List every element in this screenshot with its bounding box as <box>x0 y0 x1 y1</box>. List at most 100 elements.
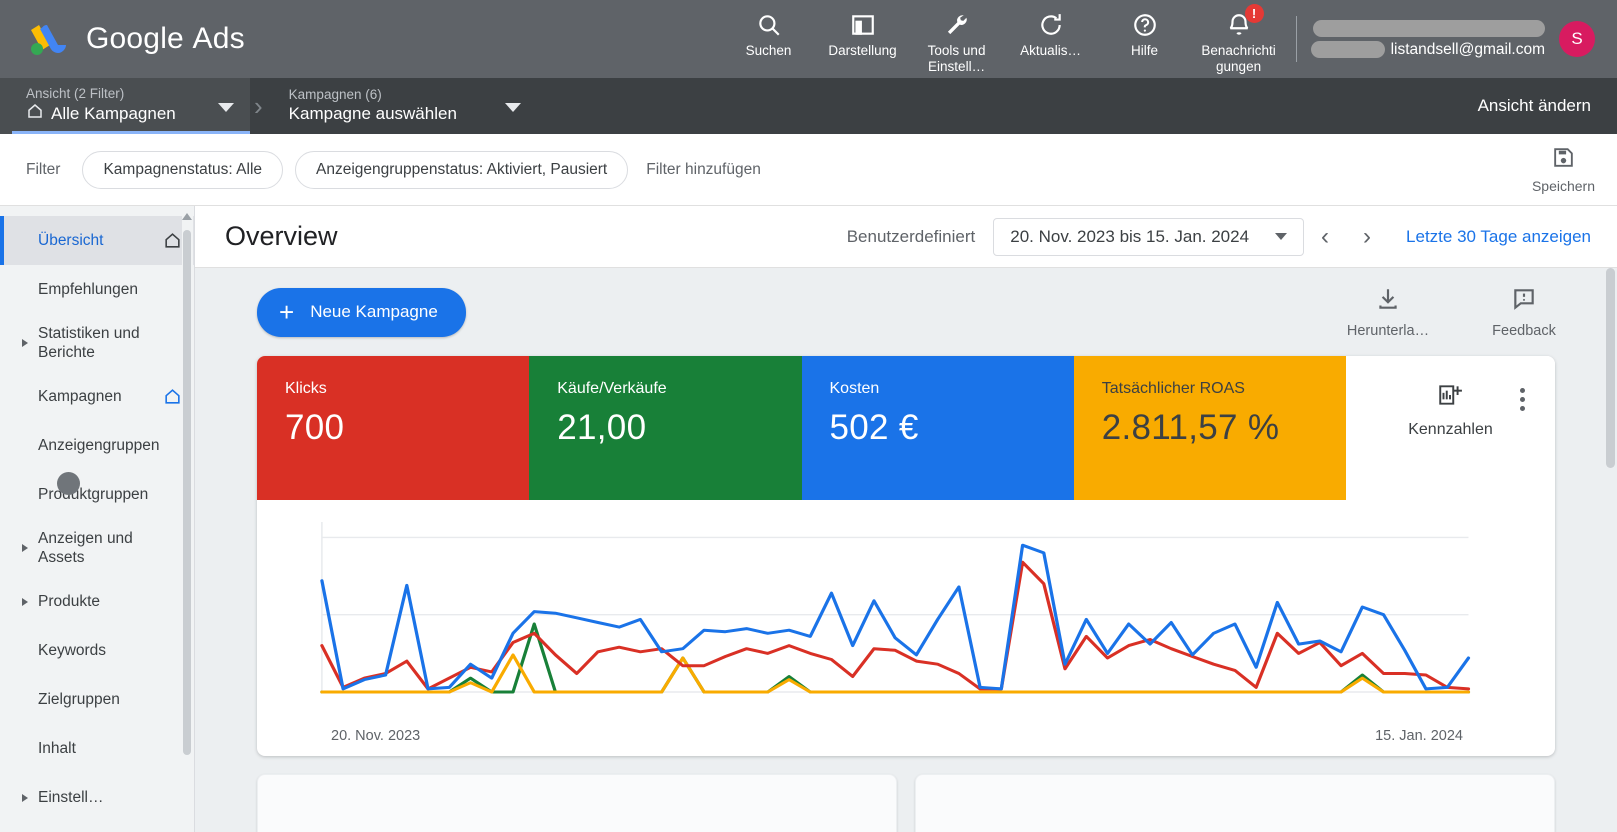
brand[interactable]: Google Ads <box>0 19 245 59</box>
new-campaign-button[interactable]: + Neue Kampagne <box>257 287 466 337</box>
chart-x-start-label: 20. Nov. 2023 <box>331 728 421 744</box>
date-preset-label: Benutzerdefiniert <box>846 226 976 246</box>
view-change-link[interactable]: Ansicht ändern <box>1478 96 1617 116</box>
sidebar-item-keywords[interactable]: Keywords <box>0 626 194 675</box>
kpi-label: Käufe/Verkäufe <box>557 380 667 397</box>
chevron-down-icon[interactable] <box>218 103 234 112</box>
feedback-button[interactable]: Feedback <box>1481 286 1567 339</box>
breadcrumb-label: Alle Kampagnen <box>51 104 176 123</box>
account-area[interactable]: listandsell@gmail.com S <box>1295 0 1617 78</box>
topnav-benachrichtigungen[interactable]: ! Benachrichti gungen <box>1192 0 1286 78</box>
sidebar-item-produkte[interactable]: Produkte <box>0 577 194 626</box>
home-outline-icon <box>163 231 182 250</box>
notification-badge: ! <box>1244 4 1264 23</box>
filter-label: Filter <box>26 160 61 178</box>
add-filter-button[interactable]: Filter hinzufügen <box>646 161 761 179</box>
breadcrumb-item-kampagne-auswaehlen[interactable]: Kampagnen (6) Kampagne auswählen <box>267 78 537 134</box>
avatar[interactable]: S <box>1559 21 1595 57</box>
plus-icon: + <box>279 297 295 327</box>
date-prev-button[interactable]: ‹ <box>1304 223 1346 251</box>
help-circle-icon <box>1132 10 1158 40</box>
date-next-button[interactable]: › <box>1346 223 1388 251</box>
scroll-up-arrow-icon[interactable] <box>182 213 192 220</box>
sidebar-item-anzeigengruppen[interactable]: Anzeigengruppen <box>0 421 194 470</box>
chart-x-end-label: 15. Jan. 2024 <box>1375 728 1463 744</box>
kpi-tile-2[interactable]: Kosten 502 € <box>801 356 1074 500</box>
topnav-aktualisieren[interactable]: Aktualis… <box>1004 0 1098 78</box>
sidebar: Übersicht Empfehlungen Statistiken und B… <box>0 206 195 832</box>
sidebar-item-label: Keywords <box>38 642 107 659</box>
breadcrumb-item-alle-kampagnen[interactable]: Ansicht (2 Filter) Alle Kampagnen <box>0 78 250 134</box>
bottom-card-left[interactable] <box>257 774 897 832</box>
brand-bold: Google <box>86 22 184 55</box>
account-email: listandsell@gmail.com <box>1390 40 1545 58</box>
download-icon <box>1375 286 1401 317</box>
refresh-icon <box>1038 10 1064 40</box>
sidebar-item-empfehlungen[interactable]: Empfehlungen <box>0 265 194 314</box>
action-icons: Herunterla… Feedback <box>1345 286 1591 339</box>
feedback-label: Feedback <box>1492 322 1556 339</box>
topnav-tools[interactable]: Tools und Einstell… <box>910 0 1004 78</box>
download-button[interactable]: Herunterla… <box>1345 286 1431 339</box>
filter-chip-kampagnenstatus[interactable]: Kampagnenstatus: Alle <box>82 150 284 189</box>
kpi-label: Tatsächlicher ROAS <box>1101 380 1245 397</box>
save-button[interactable]: Speichern <box>1532 145 1595 194</box>
kpi-value: 700 <box>285 408 345 447</box>
sidebar-item-label: Anzeigen und Assets <box>38 530 133 566</box>
sidebar-item-uebersicht[interactable]: Übersicht <box>0 216 194 265</box>
chevron-right-icon[interactable] <box>22 597 28 606</box>
kpi-tile-0[interactable]: Klicks 700 <box>257 356 530 500</box>
main-scrollbar-thumb[interactable] <box>1606 268 1615 468</box>
more-options-icon[interactable] <box>1520 388 1525 411</box>
date-range-selector[interactable]: 20. Nov. 2023 bis 15. Jan. 2024 <box>993 217 1305 256</box>
filter-chip-anzeigengruppenstatus[interactable]: Anzeigengruppenstatus: Aktiviert, Pausie… <box>295 150 629 189</box>
bottom-card-right[interactable] <box>915 774 1555 832</box>
body: Übersicht Empfehlungen Statistiken und B… <box>0 206 1617 832</box>
account-lines: listandsell@gmail.com <box>1310 19 1545 59</box>
topnav-hilfe[interactable]: Hilfe <box>1098 0 1192 78</box>
mouse-cursor-indicator <box>57 472 80 495</box>
feedback-icon <box>1511 286 1537 317</box>
kpi-label: Kosten <box>829 380 880 397</box>
brand-light: Ads <box>192 22 245 55</box>
top-bar: Google Ads Suchen Darstellung Tools und … <box>0 0 1617 78</box>
breadcrumb: Ansicht (2 Filter) Alle Kampagnen › Kamp… <box>0 78 1617 134</box>
sidebar-item-statistiken-und-berichte[interactable]: Statistiken und Berichte <box>0 314 194 372</box>
chevron-down-icon[interactable] <box>504 103 521 112</box>
chevron-down-icon <box>1275 233 1288 240</box>
topnav-label: Tools und Einstell… <box>927 43 986 74</box>
topnav-darstellung[interactable]: Darstellung <box>816 0 910 78</box>
sidebar-item-label: Produktgruppen <box>38 486 149 503</box>
kpi-tile-1[interactable]: Käufe/Verkäufe 21,00 <box>529 356 802 500</box>
metrics-button[interactable]: Kennzahlen <box>1408 382 1493 439</box>
top-nav: Suchen Darstellung Tools und Einstell… A… <box>722 0 1286 78</box>
page-title: Overview <box>225 221 338 251</box>
sidebar-scrollbar-track[interactable] <box>182 210 193 755</box>
filter-bar: Filter Kampagnenstatus: Alle Anzeigengru… <box>0 134 1617 206</box>
add-metric-icon <box>1437 382 1463 413</box>
chart-bar-icon <box>850 10 876 40</box>
compare-last-30-days-link[interactable]: Letzte 30 Tage anzeigen <box>1406 227 1591 247</box>
kpi-value: 2.811,57 % <box>1101 408 1280 447</box>
sidebar-item-anzeigen-und-assets[interactable]: Anzeigen und Assets <box>0 519 194 577</box>
kpi-actions: Kennzahlen <box>1346 356 1555 500</box>
kpi-tile-3[interactable]: Tatsächlicher ROAS 2.811,57 % <box>1073 356 1346 500</box>
performance-chart[interactable]: 20. Nov. 2023 15. Jan. 2024 <box>257 500 1555 756</box>
sidebar-item-zielgruppen[interactable]: Zielgruppen <box>0 675 194 724</box>
sidebar-item-einstellungen[interactable]: Einstell… <box>0 773 194 822</box>
sidebar-item-label: Zielgruppen <box>38 691 120 708</box>
chevron-right-icon[interactable] <box>22 544 28 552</box>
action-row: + Neue Kampagne Herunterla… Feedback <box>195 268 1617 356</box>
chevron-right-icon[interactable] <box>22 793 28 802</box>
sidebar-item-inhalt[interactable]: Inhalt <box>0 724 194 773</box>
sidebar-item-kampagnen[interactable]: Kampagnen <box>0 372 194 421</box>
home-blue-icon <box>163 387 182 406</box>
sidebar-scrollbar-thumb[interactable] <box>183 230 191 755</box>
sidebar-item-produktgruppen[interactable]: Produktgruppen <box>0 470 194 519</box>
main-header: Overview Benutzerdefiniert 20. Nov. 2023… <box>195 206 1617 268</box>
topnav-label: Benachrichti gungen <box>1201 43 1276 74</box>
topnav-suchen[interactable]: Suchen <box>722 0 816 78</box>
breadcrumb-sublabel: Kampagnen (6) <box>288 87 382 102</box>
sidebar-item-label: Einstell… <box>38 789 104 806</box>
chevron-right-icon[interactable] <box>22 339 28 347</box>
